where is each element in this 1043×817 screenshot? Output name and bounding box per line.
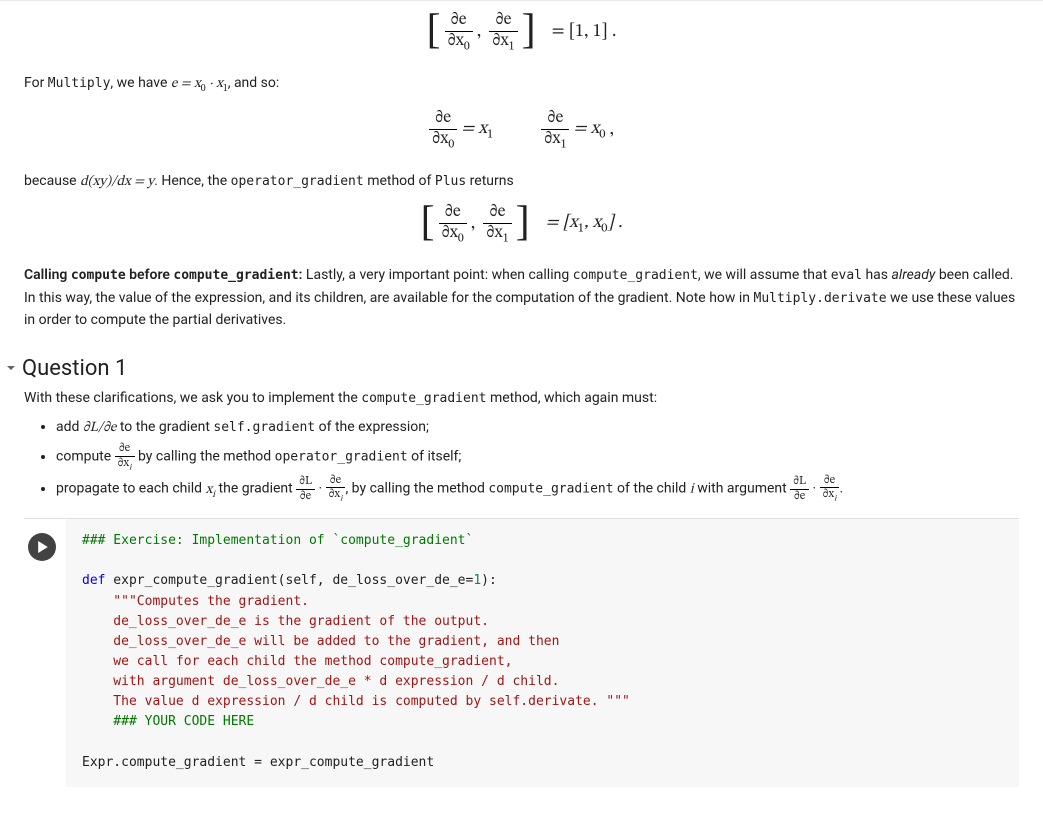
code-cell: ### Exercise: Implementation of `compute… [24,518,1019,787]
equation-2: ∂e∂x0 = x1 ∂e∂x1 = x0 , [24,107,1019,152]
run-cell-button[interactable] [28,533,56,561]
equation-3: [ ∂e∂x0 , ∂e∂x1 ] = [x1, x0] . [24,203,1019,246]
bullet-1: add ∂L/∂e to the gradient self.gradient … [56,416,1019,441]
play-icon [37,541,49,553]
question-intro: With these clarifications, we ask you to… [24,387,1019,410]
para-because: because d(xy)/dx = y. Hence, the operato… [24,170,1019,193]
bullet-2: compute ∂e∂xi by calling the method oper… [56,442,1019,472]
question-1-title: Question 1 [22,356,127,381]
para-calling-compute: Calling compute before compute_gradient:… [24,264,1019,332]
code-editor[interactable]: ### Exercise: Implementation of `compute… [66,519,1019,787]
para-multiply: For Multiply, we have e = x0 · x1, and s… [24,72,1019,97]
caret-down-icon [6,363,16,373]
question-bullets: add ∂L/∂e to the gradient self.gradient … [24,416,1019,505]
equation-1: [ ∂e∂x0 , ∂e∂x1 ] = [1, 1] . [24,11,1019,54]
question-1-header[interactable]: Question 1 [6,356,1019,381]
bullet-3: propagate to each child xi the gradient … [56,474,1019,504]
